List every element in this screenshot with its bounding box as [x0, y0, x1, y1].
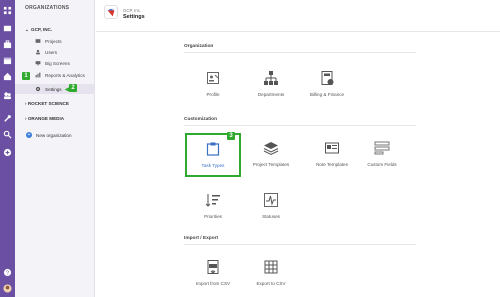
sidebar-item-label: Big Screens	[45, 60, 70, 66]
calculator-icon	[321, 71, 334, 85]
tile-label: Profile	[206, 92, 220, 97]
svg-text:?: ?	[6, 271, 9, 277]
sidebar-item-big-screens[interactable]: Big Screens	[35, 59, 70, 67]
note-icon	[325, 142, 339, 154]
section-title-import-export: Import / Export	[184, 236, 219, 241]
org-name: GCP, Inc.	[123, 8, 142, 13]
export-sheet-icon	[264, 260, 278, 274]
tile-priorities[interactable]: Priorities	[185, 186, 241, 228]
sidebar-item-label: Users	[45, 49, 57, 55]
org-rocket-science[interactable]: › ROCKET SCIENCE	[25, 101, 69, 106]
app-rail: ?	[0, 0, 15, 297]
tile-statuses[interactable]: Statuses	[243, 186, 299, 228]
sidebar-item-projects[interactable]: Projects	[35, 37, 62, 45]
home-icon[interactable]	[3, 72, 12, 81]
bar-chart-icon	[35, 72, 41, 78]
tile-note-templates[interactable]: Note Templates	[304, 134, 360, 176]
org-logo	[104, 5, 118, 19]
step-badge-1: 1	[22, 72, 30, 80]
org-rocket-label: ROCKET SCIENCE	[27, 101, 69, 106]
wrench-icon[interactable]	[3, 114, 12, 123]
tile-label: Export to CSV	[256, 281, 286, 286]
tile-profile[interactable]: Profile	[185, 64, 241, 106]
organizations-heading: ORGANIZATIONS	[25, 5, 70, 11]
divider	[184, 244, 416, 245]
inbox-icon[interactable]	[3, 24, 12, 33]
tile-label: Import from CSV	[195, 281, 231, 286]
grid-icon[interactable]	[3, 6, 12, 15]
sidebar-item-label: Projects	[45, 38, 62, 44]
tile-label: Task Types	[201, 163, 225, 168]
avatar[interactable]	[3, 284, 12, 293]
tile-label: Billing & Finance	[309, 92, 345, 97]
new-organization-label: New organization	[36, 132, 72, 138]
hierarchy-icon	[264, 71, 278, 85]
clipboard-icon	[206, 142, 220, 156]
tile-billing[interactable]: Billing & Finance	[299, 64, 355, 106]
divider	[184, 52, 416, 53]
briefcase-icon[interactable]	[3, 40, 12, 49]
chevron-right-icon: ›	[25, 116, 27, 121]
step-badge-3: 3	[227, 132, 235, 140]
tile-import-csv[interactable]: Import from CSV	[185, 253, 241, 293]
sidebar-item-settings[interactable]: Settings ◀	[35, 85, 69, 93]
section-title-organization: Organization	[184, 44, 214, 49]
new-organization-button[interactable]: + New organization	[26, 132, 72, 138]
priority-list-icon	[205, 194, 220, 207]
step-badge-2: 2	[69, 84, 77, 92]
gear-icon	[35, 86, 41, 92]
user-icon	[35, 49, 41, 55]
tile-label: Custom Fields	[367, 162, 397, 167]
org-orange-label: ORANGE MEDIA	[27, 116, 65, 121]
tile-label: Statuses	[262, 214, 280, 219]
import-file-icon	[207, 260, 219, 274]
plus-circle-icon[interactable]	[3, 148, 12, 157]
form-fields-icon	[374, 141, 390, 155]
chevron-right-icon: ›	[25, 101, 27, 106]
tile-label: Priorities	[204, 214, 222, 219]
page-header: GCP, Inc. Settings	[96, 0, 500, 32]
section-title-customization: Customization	[184, 117, 218, 122]
page-title: Settings	[123, 14, 145, 20]
tile-project-templates[interactable]: Project Templates	[243, 134, 299, 176]
folder-icon	[35, 38, 41, 44]
sidebar-item-reports[interactable]: Reports & Analytics	[35, 71, 85, 79]
people-icon[interactable]	[3, 91, 12, 100]
pulse-icon	[264, 193, 278, 207]
org-gcp-label: GCP, INC.	[31, 27, 53, 32]
monitor-icon	[35, 60, 41, 66]
layers-icon	[263, 142, 279, 156]
sidebar-item-users[interactable]: Users	[35, 48, 57, 56]
divider	[184, 125, 416, 126]
sidebar-item-label: Reports & Analytics	[45, 72, 85, 78]
tile-label: Project Templates	[252, 162, 290, 167]
calendar-icon[interactable]	[3, 56, 12, 65]
tile-label: Departments	[257, 92, 285, 97]
org-gcp[interactable]: ⌄ GCP, INC.	[25, 27, 52, 33]
tile-export-csv[interactable]: Export to CSV	[243, 253, 299, 293]
plus-icon: +	[26, 132, 32, 138]
search-icon[interactable]	[3, 130, 12, 139]
help-icon[interactable]: ?	[3, 268, 12, 277]
org-orange-media[interactable]: › ORANGE MEDIA	[25, 116, 64, 121]
tile-custom-fields[interactable]: Custom Fields	[354, 134, 410, 176]
tile-label: Note Templates	[316, 162, 348, 167]
profile-icon	[207, 72, 219, 84]
tile-departments[interactable]: Departments	[243, 64, 299, 106]
sidebar-item-label: Settings	[45, 86, 62, 92]
